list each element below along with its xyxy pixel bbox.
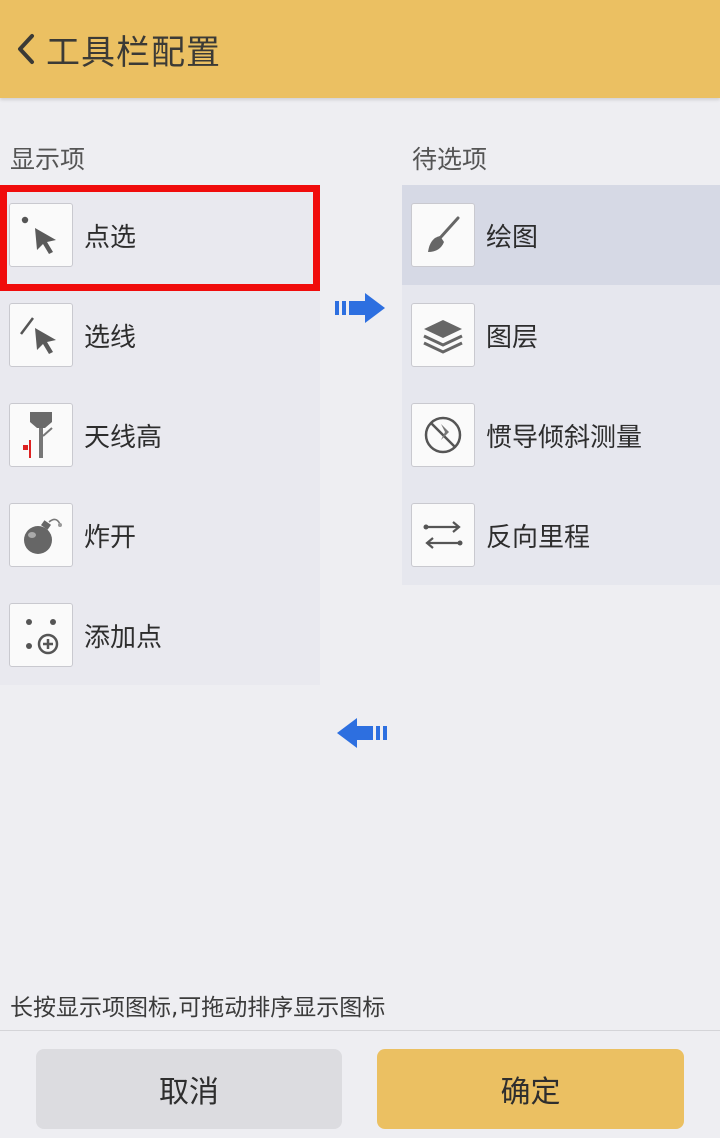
display-column-label: 显示项 — [10, 145, 86, 174]
display-item-point-select[interactable]: 点选 — [0, 185, 320, 285]
candidate-item-draw[interactable]: 绘图 — [402, 185, 720, 285]
brush-icon — [411, 203, 475, 267]
page-title: 工具栏配置 — [46, 32, 221, 73]
add-point-icon — [9, 603, 73, 667]
display-item-list: 点选 选线 天线高 炸开 添加点 — [0, 185, 320, 685]
candidate-item-label: 绘图 — [486, 222, 539, 253]
candidate-item-layers[interactable]: 图层 — [402, 285, 720, 385]
display-item-label: 天线高 — [84, 422, 163, 453]
antenna-height-icon — [9, 403, 73, 467]
display-item-explode[interactable]: 炸开 — [0, 485, 320, 585]
candidate-item-reverse-mileage[interactable]: 反向里程 — [402, 485, 720, 585]
display-item-add-point[interactable]: 添加点 — [0, 585, 320, 685]
display-item-label: 选线 — [84, 322, 137, 353]
candidate-column-label: 待选项 — [412, 145, 488, 174]
candidate-item-label: 反向里程 — [486, 522, 591, 553]
footer-divider — [0, 1030, 720, 1031]
cancel-button[interactable]: 取消 — [36, 1049, 342, 1129]
candidate-item-list: 绘图 图层 惯导倾斜测量 反向里程 — [402, 185, 720, 585]
display-item-line-select[interactable]: 选线 — [0, 285, 320, 385]
hint-text: 长按显示项图标,可拖动排序显示图标 — [10, 995, 386, 1021]
arrow-right-icon — [335, 293, 385, 323]
candidate-item-tilt-measure[interactable]: 惯导倾斜测量 — [402, 385, 720, 485]
layers-icon — [411, 303, 475, 367]
candidate-item-label: 图层 — [486, 322, 539, 353]
move-left-button[interactable] — [333, 715, 389, 751]
reverse-mileage-icon — [411, 503, 475, 567]
arrow-left-icon — [337, 718, 387, 748]
back-button[interactable] — [6, 19, 46, 79]
candidate-item-label: 惯导倾斜测量 — [486, 422, 643, 453]
confirm-button[interactable]: 确定 — [377, 1049, 684, 1129]
move-right-button[interactable] — [333, 290, 389, 326]
chevron-left-icon — [18, 34, 34, 64]
tilt-measure-icon — [411, 403, 475, 467]
line-select-icon — [9, 303, 73, 367]
explode-icon — [9, 503, 73, 567]
point-select-icon — [9, 203, 73, 267]
display-item-label: 添加点 — [84, 622, 163, 653]
display-item-antenna-height[interactable]: 天线高 — [0, 385, 320, 485]
display-item-label: 点选 — [84, 222, 137, 253]
header-bar: 工具栏配置 — [0, 0, 720, 98]
display-item-label: 炸开 — [84, 522, 137, 553]
